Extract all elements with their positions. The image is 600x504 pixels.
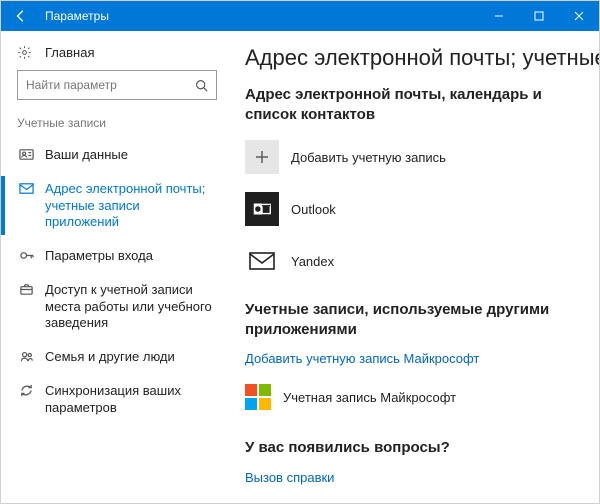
sidebar-nav: Ваши данные Адрес электронной почты; уче… [17, 138, 217, 425]
briefcase-icon [17, 282, 35, 297]
sidebar-item-label: Ваши данные [45, 147, 217, 163]
ms-account-row[interactable]: Учетная запись Майкрософт [245, 380, 589, 414]
sidebar-section-label: Учетные записи [17, 116, 217, 130]
minimize-button[interactable] [479, 1, 519, 31]
sidebar-home-label: Главная [45, 45, 94, 60]
account-label: Outlook [291, 202, 336, 217]
settings-window: Параметры Главная [0, 0, 600, 504]
sidebar-item-email-accounts[interactable]: Адрес электронной почты; учетные записи … [17, 172, 217, 239]
titlebar: Параметры [1, 1, 599, 31]
sidebar-item-label: Доступ к учетной записи места работы или… [45, 282, 217, 331]
mail-icon [245, 244, 279, 278]
section-other-apps-title: Учетные записи, используемые другими при… [245, 300, 589, 339]
search-box[interactable] [17, 70, 217, 100]
sidebar: Главная Учетные записи Ваши данные [1, 31, 233, 503]
help-title: У вас появились вопросы? [245, 438, 589, 458]
help-link[interactable]: Вызов справки [245, 470, 589, 485]
add-account-row[interactable]: Добавить учетную запись [245, 136, 589, 178]
sidebar-item-label: Адрес электронной почты; учетные записи … [45, 181, 217, 230]
window-title: Параметры [41, 9, 479, 23]
microsoft-logo-icon [245, 384, 271, 410]
account-row-yandex[interactable]: Yandex [245, 240, 589, 282]
section-accounts-title: Адрес электронной почты, календарь и спи… [245, 85, 589, 124]
sidebar-item-label: Семья и другие люди [45, 349, 217, 365]
add-account-label: Добавить учетную запись [291, 150, 446, 165]
account-label: Yandex [291, 254, 334, 269]
maximize-button[interactable] [519, 1, 559, 31]
people-icon [17, 349, 35, 364]
sidebar-item-sync[interactable]: Синхронизация ваших параметров [17, 374, 217, 425]
add-ms-account-link[interactable]: Добавить учетную запись Майкрософт [245, 351, 589, 366]
page-heading: Адрес электронной почты; учетные за [245, 45, 589, 71]
close-button[interactable] [559, 1, 599, 31]
main-panel: Адрес электронной почты; учетные за Адре… [233, 31, 599, 503]
sidebar-item-your-info[interactable]: Ваши данные [17, 138, 217, 172]
sidebar-item-label: Параметры входа [45, 248, 217, 264]
search-icon [195, 79, 208, 92]
sidebar-item-family[interactable]: Семья и другие люди [17, 340, 217, 374]
sync-icon [17, 383, 35, 398]
sidebar-item-work-school[interactable]: Доступ к учетной записи места работы или… [17, 273, 217, 340]
mail-icon [17, 181, 35, 196]
accounts-list: Добавить учетную запись Outlook Yandex [245, 136, 589, 282]
search-input[interactable] [26, 78, 195, 92]
sidebar-home[interactable]: Главная [17, 45, 217, 60]
gear-icon [17, 45, 35, 60]
id-card-icon [17, 147, 35, 162]
key-icon [17, 248, 35, 263]
sidebar-item-label: Синхронизация ваших параметров [45, 383, 217, 416]
ms-account-label: Учетная запись Майкрософт [283, 390, 456, 405]
account-row-outlook[interactable]: Outlook [245, 188, 589, 230]
back-button[interactable] [1, 1, 41, 31]
plus-icon [245, 140, 279, 174]
sidebar-item-signin-options[interactable]: Параметры входа [17, 239, 217, 273]
outlook-icon [245, 192, 279, 226]
